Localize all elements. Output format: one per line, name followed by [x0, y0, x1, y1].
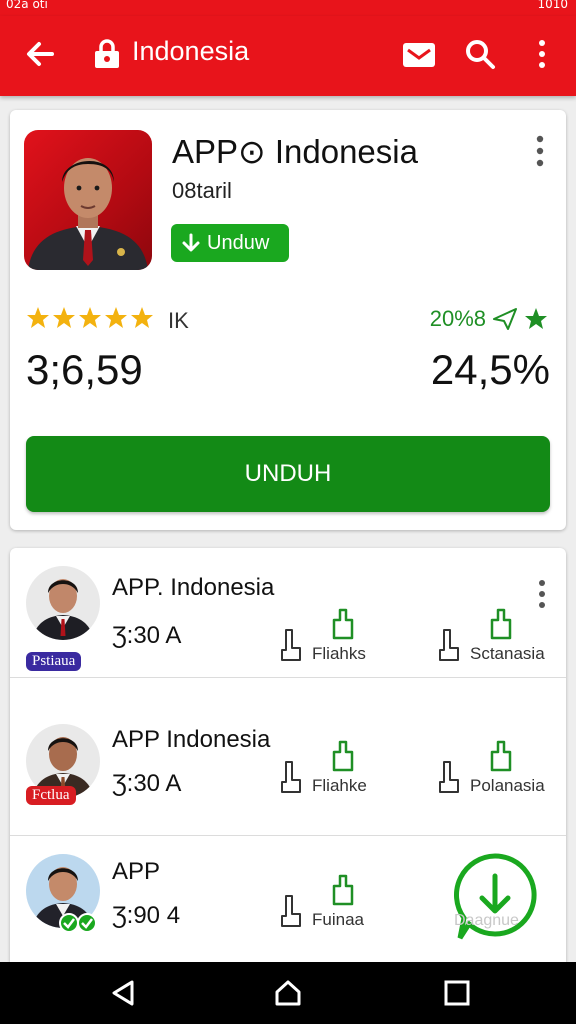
mail-icon[interactable]	[402, 40, 436, 70]
hand-icon	[439, 761, 459, 793]
status-badge: Pstiaua	[26, 652, 82, 671]
star-icon	[79, 307, 101, 328]
green-star-icon	[525, 308, 547, 329]
stat-left-value: 3;6,59	[26, 346, 143, 393]
app-bar-title: Indonesia	[132, 36, 250, 66]
green-stat-value: 20%8	[429, 306, 486, 331]
action-label: Fliahke	[312, 776, 367, 795]
app-name: APP⊙ Indonesia	[172, 133, 418, 170]
nav-home-icon[interactable]	[273, 978, 303, 1008]
install-chip-button[interactable]: Unduw	[171, 224, 289, 262]
list-item-time: Ʒ:30 A	[112, 622, 182, 649]
green-tag-icon	[490, 608, 512, 640]
back-arrow-icon[interactable]	[22, 36, 58, 72]
star-icon	[131, 307, 153, 328]
system-nav-bar	[0, 962, 576, 1024]
status-left-text: 02a oti	[6, 0, 48, 11]
overflow-menu-icon[interactable]	[530, 38, 554, 70]
status-badge: Fctlua	[26, 786, 76, 805]
person-portrait-icon	[28, 158, 148, 270]
star-icon	[53, 307, 75, 328]
action-button[interactable]: Fliahke	[278, 738, 398, 798]
search-icon[interactable]	[464, 38, 496, 70]
action-button[interactable]: Sctanasia	[436, 606, 556, 666]
list-item[interactable]: Fctlua APP Indonesia Ʒ:30 A Fliahke Pola…	[10, 706, 566, 836]
action-label: Sctanasia	[470, 644, 545, 663]
list-item-title: APP	[112, 858, 161, 885]
list-item-time: Ʒ:90 4	[112, 902, 181, 929]
hand-icon	[281, 895, 301, 927]
list-item[interactable]: Pstiaua APP. Indonesia Ʒ:30 A Fliahks Sc…	[10, 548, 566, 678]
action-label: Fuinaa	[312, 910, 364, 929]
star-icon	[27, 307, 49, 328]
stat-right-value: 24,5%	[430, 346, 550, 393]
install-chip-label: Unduw	[207, 231, 270, 254]
verified-check-icon	[59, 913, 97, 933]
green-tag-icon	[332, 608, 354, 640]
action-label: Fliahks	[312, 644, 366, 663]
nav-back-icon[interactable]	[108, 978, 138, 1008]
green-tag-icon	[490, 740, 512, 772]
more-vert-icon[interactable]	[530, 134, 550, 168]
rating-count: IK	[168, 308, 189, 333]
paper-plane-icon	[493, 308, 517, 330]
hand-icon	[281, 761, 301, 793]
app-hero-card: APP⊙ Indonesia 08taril Unduw IK 20%8 3;6…	[10, 110, 566, 530]
person-avatar-icon	[32, 579, 94, 640]
arrow-down-icon	[182, 233, 200, 252]
status-bar: 02a oti 1010	[0, 0, 576, 16]
download-fab[interactable]	[452, 852, 538, 944]
green-tag-icon	[332, 740, 354, 772]
app-bar: Indonesia	[0, 16, 576, 96]
hand-icon	[439, 629, 459, 661]
list-item-time: Ʒ:30 A	[112, 770, 182, 797]
star-icon	[105, 307, 127, 328]
list-item-title: APP Indonesia	[112, 726, 271, 753]
hand-icon	[281, 629, 301, 661]
lock-icon	[95, 39, 119, 68]
action-button[interactable]: Polanasia	[436, 738, 556, 798]
avatar	[26, 566, 100, 640]
app-icon-photo	[24, 130, 152, 270]
download-button[interactable]: UNDUH	[26, 436, 550, 512]
watermark-text: Daagnue	[454, 912, 519, 929]
status-right-text: 1010	[537, 0, 568, 11]
app-subtitle: 08taril	[172, 178, 232, 203]
action-button[interactable]: Fliahks	[278, 606, 398, 666]
green-tag-icon	[332, 874, 354, 906]
list-item-title: APP. Indonesia	[112, 574, 275, 601]
nav-recents-icon[interactable]	[442, 978, 472, 1008]
green-stat: 20%8	[430, 306, 548, 332]
action-label: Polanasia	[470, 776, 545, 795]
action-button[interactable]: Fuinaa	[278, 872, 398, 932]
rating-stars	[26, 306, 154, 330]
